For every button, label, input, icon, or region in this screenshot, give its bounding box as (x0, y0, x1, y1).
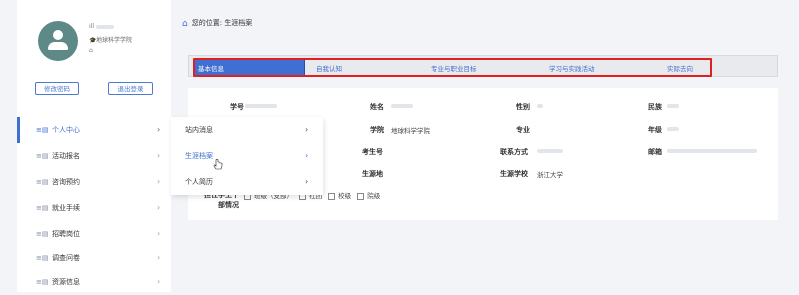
origin-label: 生源地 (362, 170, 383, 178)
nav-item-activity-signup[interactable]: ≡▤ 活动报名 › (17, 143, 171, 169)
user-school: 地球科学学院 (96, 37, 133, 44)
chevron-right-icon: › (157, 277, 161, 286)
list-icon: ≡▤ (36, 152, 49, 160)
ethnicity-label: 民族 (648, 103, 662, 111)
chevron-right-icon: › (157, 177, 161, 186)
chevron-right-icon: › (305, 177, 309, 186)
nav-item-consult-booking[interactable]: ≡▤ 咨询预约 › (17, 169, 171, 195)
chevron-right-icon: › (157, 125, 161, 134)
checkbox-college-level[interactable] (357, 192, 365, 200)
nav-item-employment-procedures[interactable]: ≡▤ 就业手续 › (17, 195, 171, 221)
nav-item-label: 就业手续 (52, 204, 80, 212)
gender-label: 性别 (516, 103, 530, 111)
chevron-right-icon: › (305, 151, 309, 160)
list-icon: ≡▤ (36, 126, 49, 134)
cadre-option-label: 院级 (367, 192, 381, 200)
list-icon: ≡▤ (36, 278, 49, 286)
logout-button[interactable]: 退出登录 (108, 82, 153, 95)
submenu-item-label: 站内消息 (185, 126, 213, 134)
graduation-cap-icon: 🎓 (89, 37, 97, 44)
user-location-line: ⌂ (89, 47, 96, 54)
tab-destination[interactable]: 实际去向 (667, 63, 693, 73)
submenu-item-career-archive[interactable]: 生涯档案 › (171, 143, 323, 170)
ethnicity-value-blurred (667, 104, 679, 108)
submenu-popup: 站内消息 › 生涯档案 › 个人简历 › (171, 117, 323, 195)
college-label: 学院 (370, 126, 384, 134)
list-icon: ≡▤ (36, 254, 49, 262)
submenu-item-label: 生涯档案 (185, 152, 213, 160)
home-icon[interactable]: ⌂ (182, 19, 188, 29)
breadcrumb-prefix: 您的位置: (191, 19, 223, 27)
nav-item-personal-center[interactable]: ≡▤ 个人中心 › (17, 117, 171, 143)
gender-value-blurred (537, 104, 543, 108)
checkbox-school-level[interactable] (328, 192, 336, 200)
student-id-label: 学号 (230, 103, 244, 111)
tab-self-awareness[interactable]: 自我认知 (316, 63, 342, 73)
signal-icon: ıll (89, 23, 95, 30)
nav-item-job-postings[interactable]: ≡▤ 招聘岗位 › (17, 221, 171, 247)
nav-item-label: 资源信息 (52, 278, 80, 286)
cadre-option-label: 校级 (338, 192, 352, 200)
nav-item-label: 个人中心 (52, 126, 80, 134)
email-label: 邮箱 (648, 148, 662, 156)
submenu-item-resume[interactable]: 个人简历 › (171, 169, 323, 195)
change-password-button[interactable]: 修改密码 (35, 82, 79, 95)
name-label: 姓名 (370, 103, 384, 111)
major-label: 专业 (516, 126, 530, 134)
breadcrumb: ⌂ 您的位置: 生涯档案 (182, 18, 252, 29)
avatar (38, 21, 78, 61)
nav-item-label: 活动报名 (52, 152, 80, 160)
submenu-item-label: 个人简历 (185, 178, 213, 186)
list-icon: ≡▤ (36, 178, 49, 186)
list-icon: ≡▤ (36, 230, 49, 238)
origin-school-label: 生源学校 (500, 170, 528, 178)
name-value-blurred (391, 104, 413, 108)
sidebar: ıll 🎓地球科学学院 ⌂ 修改密码 退出登录 ≡▤ 个人中心 › ≡▤ 活动报… (17, 0, 171, 292)
nav-item-label: 招聘岗位 (52, 230, 80, 238)
student-id-value-blurred (245, 104, 277, 108)
tab-career-goals[interactable]: 专业与职业目标 (431, 63, 477, 73)
breadcrumb-current: 生涯档案 (224, 19, 253, 27)
tab-basic-info[interactable]: 基本信息 (198, 63, 224, 73)
submenu-item-messages[interactable]: 站内消息 › (171, 117, 323, 143)
chevron-right-icon: › (305, 125, 309, 134)
college-value: 地球科学学院 (391, 127, 430, 135)
contact-value-blurred (537, 149, 563, 153)
grade-label: 年级 (648, 126, 662, 134)
chevron-right-icon: › (157, 203, 161, 212)
origin-school-value: 浙江大学 (537, 171, 563, 179)
user-school-line: 🎓地球科学学院 (89, 35, 132, 44)
tab-learning-practice[interactable]: 学习与实践活动 (549, 63, 595, 73)
chevron-right-icon: › (157, 151, 161, 160)
cadre-label-line2: 部情况 (218, 201, 239, 209)
list-icon: ≡▤ (36, 204, 49, 212)
avatar-head (53, 30, 63, 40)
nav-item-resources[interactable]: ≡▤ 资源信息 › (17, 269, 171, 295)
nav-item-label: 咨询预约 (52, 178, 80, 186)
contact-label: 联系方式 (500, 148, 528, 156)
avatar-body (48, 42, 68, 50)
email-value-blurred (667, 149, 757, 153)
user-name-line: ıll (89, 23, 114, 30)
exam-no-label: 考生号 (362, 148, 383, 156)
user-name-blurred (96, 24, 114, 29)
nav-item-label: 调查问卷 (52, 254, 80, 262)
building-icon: ⌂ (89, 47, 93, 54)
grade-value-blurred (667, 127, 679, 131)
chevron-right-icon: › (157, 253, 161, 262)
nav-item-surveys[interactable]: ≡▤ 调查问卷 › (17, 245, 171, 271)
chevron-right-icon: › (157, 229, 161, 238)
